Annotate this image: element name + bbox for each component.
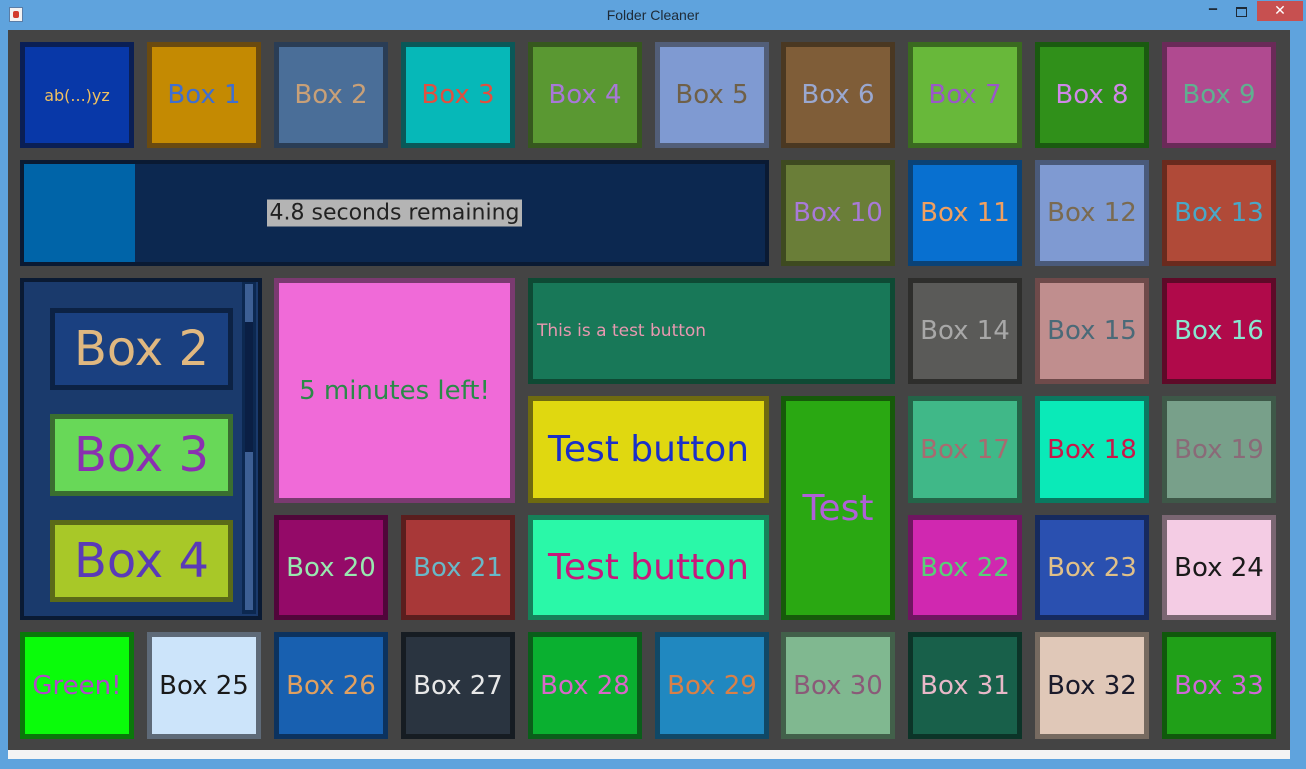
green-box[interactable]: Green! — [20, 632, 134, 739]
close-icon[interactable]: ✕ — [1257, 1, 1303, 21]
window-title: Folder Cleaner — [606, 7, 700, 23]
box-3[interactable]: Box 3 — [401, 42, 515, 148]
box-17[interactable]: Box 17 — [908, 396, 1022, 503]
test-button-yellow[interactable]: Test button — [528, 396, 769, 503]
box-26[interactable]: Box 26 — [274, 632, 388, 739]
box-32[interactable]: Box 32 — [1035, 632, 1149, 739]
test-button-mint[interactable]: Test button — [528, 515, 769, 620]
box-5[interactable]: Box 5 — [655, 42, 769, 148]
box-2[interactable]: Box 2 — [274, 42, 388, 148]
search-filter-box[interactable]: ab(...)yz — [20, 42, 134, 148]
box-23[interactable]: Box 23 — [1035, 515, 1149, 620]
box-22[interactable]: Box 22 — [908, 515, 1022, 620]
box-25[interactable]: Box 25 — [147, 632, 261, 739]
box-33[interactable]: Box 33 — [1162, 632, 1276, 739]
box-16[interactable]: Box 16 — [1162, 278, 1276, 384]
box-31[interactable]: Box 31 — [908, 632, 1022, 739]
box-14[interactable]: Box 14 — [908, 278, 1022, 384]
box-12[interactable]: Box 12 — [1035, 160, 1149, 266]
box-18[interactable]: Box 18 — [1035, 396, 1149, 503]
minimize-icon[interactable]: ‒ — [1200, 1, 1226, 21]
box-15[interactable]: Box 15 — [1035, 278, 1149, 384]
title-bar[interactable]: Folder Cleaner ‒ ✕ — [0, 0, 1306, 30]
box-27[interactable]: Box 27 — [401, 632, 515, 739]
box-24[interactable]: Box 24 — [1162, 515, 1276, 620]
panel-box-2[interactable]: Box 2 — [50, 308, 233, 390]
box-19[interactable]: Box 19 — [1162, 396, 1276, 503]
panel-box-4[interactable]: Box 4 — [50, 520, 233, 602]
panel-box-3[interactable]: Box 3 — [50, 414, 233, 496]
progress-label: 4.8 seconds remaining — [266, 199, 523, 227]
box-9[interactable]: Box 9 — [1162, 42, 1276, 148]
maximize-icon[interactable] — [1228, 1, 1254, 21]
box-29[interactable]: Box 29 — [655, 632, 769, 739]
test-button-tall[interactable]: Test — [781, 396, 895, 620]
vertical-scrollbar[interactable] — [242, 282, 256, 614]
test-button-wide[interactable]: This is a test button — [528, 278, 895, 384]
box-28[interactable]: Box 28 — [528, 632, 642, 739]
scrollbar-groove — [245, 322, 253, 452]
box-1[interactable]: Box 1 — [147, 42, 261, 148]
scroll-panel[interactable]: Box 2 Box 3 Box 4 — [20, 278, 262, 620]
box-11[interactable]: Box 11 — [908, 160, 1022, 266]
box-21[interactable]: Box 21 — [401, 515, 515, 620]
timer-box[interactable]: 5 minutes left! — [274, 278, 515, 503]
box-20[interactable]: Box 20 — [274, 515, 388, 620]
box-13[interactable]: Box 13 — [1162, 160, 1276, 266]
window-bottom-edge — [8, 750, 1290, 759]
box-6[interactable]: Box 6 — [781, 42, 895, 148]
box-4[interactable]: Box 4 — [528, 42, 642, 148]
main-content: ab(...)yz Box 1 Box 2 Box 3 Box 4 Box 5 … — [8, 30, 1290, 750]
box-30[interactable]: Box 30 — [781, 632, 895, 739]
box-8[interactable]: Box 8 — [1035, 42, 1149, 148]
box-7[interactable]: Box 7 — [908, 42, 1022, 148]
progress-bar: 4.8 seconds remaining — [20, 160, 769, 266]
box-10[interactable]: Box 10 — [781, 160, 895, 266]
